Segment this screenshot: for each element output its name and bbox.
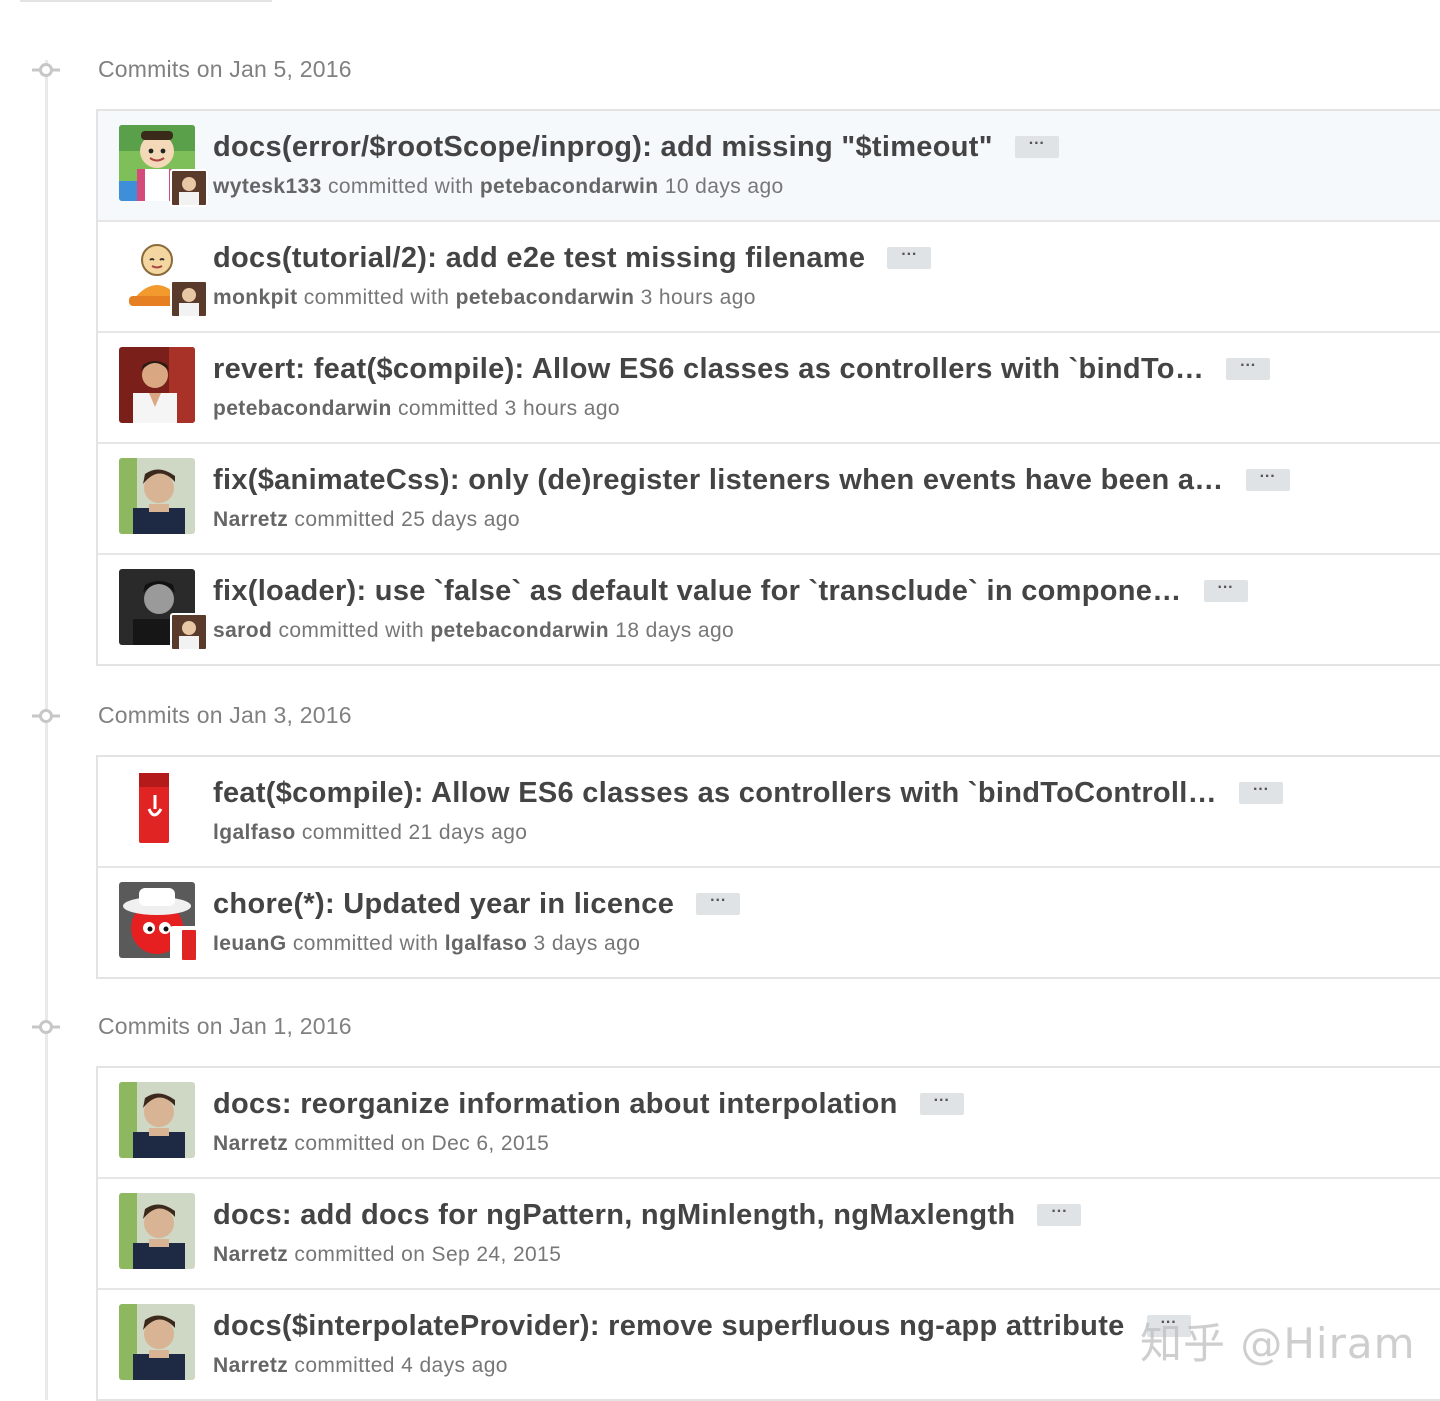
coauthor-avatar[interactable] <box>170 280 208 318</box>
commit-title-link[interactable]: docs(error/$rootScope/inprog): add missi… <box>213 131 993 164</box>
expand-ellipsis-button[interactable]: ··· <box>1014 136 1059 158</box>
commit-meta: Narretz committed 4 days ago <box>213 1354 508 1378</box>
commit-time: 25 days ago <box>401 508 520 531</box>
coauthor-avatar[interactable] <box>170 613 208 651</box>
commit-meta: sarod committed with petebacondarwin 18 … <box>213 619 734 643</box>
commit-row[interactable]: fix($animateCss): only (de)register list… <box>98 444 1440 555</box>
expand-ellipsis-button[interactable]: ··· <box>696 893 741 915</box>
coauthor-link[interactable]: lgalfaso <box>445 932 528 955</box>
commit-time: on Dec 6, 2015 <box>401 1132 550 1155</box>
narretz-avatar[interactable] <box>119 458 195 534</box>
author-link[interactable]: petebacondarwin <box>213 397 392 420</box>
commit-meta: Narretz committed on Sep 24, 2015 <box>213 1243 561 1267</box>
expand-ellipsis-button[interactable]: ··· <box>887 247 932 269</box>
coauthor-link[interactable]: petebacondarwin <box>430 619 609 642</box>
commit-verb: committed <box>294 1132 395 1155</box>
commit-row[interactable]: feat($compile): Allow ES6 classes as con… <box>98 757 1440 868</box>
author-link[interactable]: monkpit <box>213 286 297 309</box>
coauthor-link[interactable]: petebacondarwin <box>456 286 635 309</box>
commit-verb: committed with <box>303 286 450 309</box>
commit-time: 3 hours ago <box>504 397 620 420</box>
author-link[interactable]: Narretz <box>213 1354 288 1377</box>
commit-verb: committed <box>294 1354 395 1377</box>
commit-verb: committed with <box>278 619 425 642</box>
commit-meta: wytesk133 committed with petebacondarwin… <box>213 175 784 199</box>
commit-meta: monkpit committed with petebacondarwin 3… <box>213 286 756 310</box>
commit-row[interactable]: docs(error/$rootScope/inprog): add missi… <box>98 111 1440 222</box>
commit-verb: committed <box>301 821 403 844</box>
commit-time: 21 days ago <box>408 821 528 844</box>
commit-title-link[interactable]: feat($compile): Allow ES6 classes as con… <box>213 777 1217 810</box>
commit-row[interactable]: docs: add docs for ngPattern, ngMinlengt… <box>98 1179 1440 1290</box>
commit-meta: petebacondarwin committed 3 hours ago <box>213 397 620 421</box>
author-link[interactable]: sarod <box>213 619 272 642</box>
commit-verb: committed <box>397 397 499 420</box>
commit-meta: lgalfaso committed 21 days ago <box>213 821 527 845</box>
watermark: 知乎 @Hiram <box>1140 1319 1416 1368</box>
expand-ellipsis-button[interactable]: ··· <box>919 1093 964 1115</box>
commit-group: Commits on Jan 5, 2016 docs(error/$rootS… <box>0 50 1440 666</box>
narretz-avatar[interactable] <box>119 1304 195 1380</box>
commit-title-link[interactable]: docs: add docs for ngPattern, ngMinlengt… <box>213 1199 1015 1232</box>
expand-ellipsis-button[interactable]: ··· <box>1203 580 1248 602</box>
commit-list: docs(error/$rootScope/inprog): add missi… <box>96 109 1440 666</box>
commit-time: 3 hours ago <box>640 286 756 309</box>
top-divider <box>20 0 272 2</box>
commit-title-link[interactable]: chore(*): Updated year in licence <box>213 888 674 921</box>
author-link[interactable]: lgalfaso <box>213 821 296 844</box>
commit-node-icon <box>32 62 60 78</box>
narretz-avatar[interactable] <box>119 1082 195 1158</box>
commit-verb: committed with <box>327 175 474 198</box>
commit-title-link[interactable]: revert: feat($compile): Allow ES6 classe… <box>213 353 1204 386</box>
commit-time: on Sep 24, 2015 <box>401 1243 562 1266</box>
commit-row[interactable]: revert: feat($compile): Allow ES6 classe… <box>98 333 1440 444</box>
author-link[interactable]: IeuanG <box>213 932 287 955</box>
commit-list: feat($compile): Allow ES6 classes as con… <box>96 755 1440 979</box>
narretz-avatar[interactable] <box>119 1193 195 1269</box>
group-header: Commits on Jan 5, 2016 <box>0 50 1440 90</box>
red-card-avatar[interactable] <box>119 771 195 847</box>
commit-meta: IeuanG committed with lgalfaso 3 days ag… <box>213 932 640 956</box>
commit-time: 18 days ago <box>615 619 735 642</box>
group-title: Commits on Jan 5, 2016 <box>98 56 352 82</box>
commit-title-link[interactable]: fix($animateCss): only (de)register list… <box>213 464 1224 497</box>
expand-ellipsis-button[interactable]: ··· <box>1037 1204 1082 1226</box>
commit-group: Commits on Jan 3, 2016 feat($compile): A… <box>0 696 1440 979</box>
commit-meta: Narretz committed on Dec 6, 2015 <box>213 1132 549 1156</box>
commit-row[interactable]: chore(*): Updated year in licence ··· Ie… <box>98 868 1440 977</box>
commit-meta: Narretz committed 25 days ago <box>213 508 520 532</box>
commit-node-icon <box>32 708 60 724</box>
author-link[interactable]: wytesk133 <box>213 175 322 198</box>
commit-title-link[interactable]: docs($interpolateProvider): remove super… <box>213 1310 1125 1343</box>
expand-ellipsis-button[interactable]: ··· <box>1245 469 1290 491</box>
commit-node-icon <box>32 1019 60 1035</box>
commit-row[interactable]: docs(tutorial/2): add e2e test missing f… <box>98 222 1440 333</box>
commit-title-link[interactable]: fix(loader): use `false` as default valu… <box>213 575 1182 608</box>
commit-time: 4 days ago <box>401 1354 508 1377</box>
commit-row[interactable]: docs: reorganize information about inter… <box>98 1068 1440 1179</box>
commit-title-link[interactable]: docs(tutorial/2): add e2e test missing f… <box>213 242 865 275</box>
photo-avatar[interactable] <box>119 347 195 423</box>
commit-time: 3 days ago <box>533 932 641 955</box>
author-link[interactable]: Narretz <box>213 1243 288 1266</box>
group-header: Commits on Jan 1, 2016 <box>0 1007 1440 1047</box>
coauthor-avatar[interactable] <box>170 169 208 207</box>
author-link[interactable]: Narretz <box>213 508 288 531</box>
commit-row[interactable]: fix(loader): use `false` as default valu… <box>98 555 1440 664</box>
commit-verb: committed <box>294 508 395 531</box>
expand-ellipsis-button[interactable]: ··· <box>1238 782 1283 804</box>
group-title: Commits on Jan 3, 2016 <box>98 702 352 728</box>
commit-group: Commits on Jan 1, 2016 docs: reorganize … <box>0 1007 1440 1401</box>
commit-title-link[interactable]: docs: reorganize information about inter… <box>213 1088 898 1121</box>
coauthor-avatar[interactable] <box>170 926 208 964</box>
group-title: Commits on Jan 1, 2016 <box>98 1013 352 1039</box>
commit-verb: committed with <box>292 932 439 955</box>
commit-verb: committed <box>294 1243 395 1266</box>
expand-ellipsis-button[interactable]: ··· <box>1226 358 1271 380</box>
commit-time: 10 days ago <box>664 175 784 198</box>
coauthor-link[interactable]: petebacondarwin <box>480 175 659 198</box>
group-header: Commits on Jan 3, 2016 <box>0 696 1440 736</box>
author-link[interactable]: Narretz <box>213 1132 288 1155</box>
